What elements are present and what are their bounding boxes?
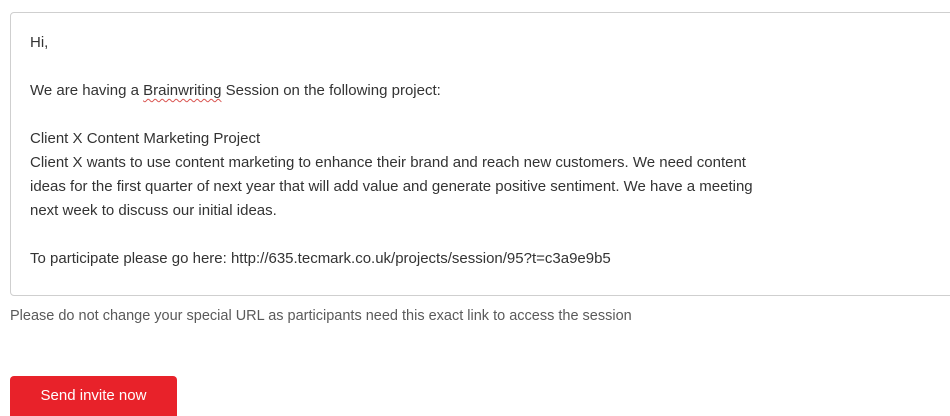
project-title: Client X Content Marketing Project [30,130,261,147]
project-description-line: ideas for the first quarter of next year… [30,178,753,195]
invite-message-textarea[interactable]: Hi, We are having a Brainwriting Session… [10,12,950,296]
misspelled-word: Brainwriting [143,82,222,99]
participate-link-line: To participate please go here: http://63… [30,250,611,267]
send-invite-button[interactable]: Send invite now [10,376,177,416]
message-intro: We are having a Brainwriting Session on … [30,79,950,103]
project-description-line: next week to discuss our initial ideas. [30,202,277,219]
message-greeting: Hi, [30,34,49,51]
message-intro-before: We are having a [30,82,144,99]
url-help-text: Please do not change your special URL as… [10,308,632,324]
project-description-line: Client X wants to use content marketing … [30,154,746,171]
message-intro-after: Session on the following project: [221,82,441,99]
message-field-label [10,0,170,5]
invite-form: Hi, We are having a Brainwriting Session… [0,0,950,416]
